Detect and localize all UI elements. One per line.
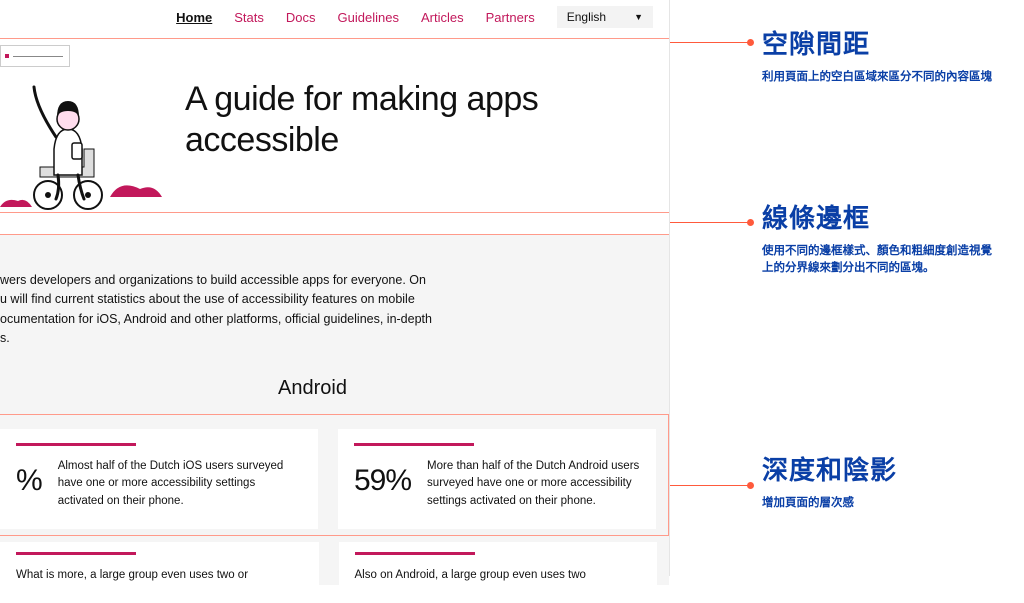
stat-desc: Almost half of the Dutch iOS users surve… [58,458,302,511]
language-select[interactable]: English ▼ [557,6,653,28]
nav-guidelines[interactable]: Guidelines [338,10,399,25]
connector-line [670,42,750,43]
accent-bar [355,552,475,555]
chevron-down-icon: ▼ [634,12,643,22]
stat-card: What is more, a large group even uses tw… [0,542,319,603]
stat-desc: More than half of the Dutch Android user… [427,458,640,511]
platform-heading: Android [278,373,669,404]
search-input[interactable] [0,45,70,67]
body-section: wers developers and organizations to bui… [0,235,669,585]
website-mock: Home Stats Docs Guidelines Articles Part… [0,0,670,576]
accent-bar [16,552,136,555]
annotation-desc: 增加頁面的層次感 [762,495,897,512]
language-label: English [567,10,606,24]
intro-text: wers developers and organizations to bui… [0,271,640,349]
stat-card: Also on Android, a large group even uses… [339,542,658,603]
spacing-row [0,213,669,235]
top-nav: Home Stats Docs Guidelines Articles Part… [0,0,669,38]
annotation-title: 深度和陰影 [762,450,897,487]
stat-cards-row2: What is more, a large group even uses tw… [0,536,669,603]
hero-title: A guide for making apps accessible [185,79,538,161]
stat-cards: % Almost half of the Dutch iOS users sur… [0,414,669,536]
nav-home[interactable]: Home [176,10,212,25]
nav-stats[interactable]: Stats [234,10,264,25]
stat-card: % Almost half of the Dutch iOS users sur… [0,429,318,529]
annotation-desc: 利用頁面上的空白區域來區分不同的內容區塊 [762,69,992,86]
annotation-title: 空隙間距 [762,24,992,61]
stat-percent: 59% [354,458,411,505]
nav-partners[interactable]: Partners [486,10,535,25]
nav-articles[interactable]: Articles [421,10,464,25]
annotation-depth: 深度和陰影 增加頁面的層次感 [762,450,897,512]
hero-section: A guide for making apps accessible [0,38,669,213]
accent-bar [16,443,136,446]
accent-bar [354,443,474,446]
stat-percent: % [16,458,42,505]
search-icon [5,54,9,58]
nav-docs[interactable]: Docs [286,10,316,25]
annotation-desc: 使用不同的邊框樣式、顏色和粗細度創造視覺上的分界線來劃分出不同的區塊。 [762,243,992,278]
connector-line [670,222,750,223]
annotation-spacing: 空隙間距 利用頁面上的空白區域來區分不同的內容區塊 [762,24,992,86]
stat-card: 59% More than half of the Dutch Android … [338,429,656,529]
connector-line [670,485,750,486]
annotation-title: 線條邊框 [762,198,992,235]
annotation-border: 線條邊框 使用不同的邊框樣式、顏色和粗細度創造視覺上的分界線來劃分出不同的區塊。 [762,198,992,278]
hero-illustration [0,77,170,212]
